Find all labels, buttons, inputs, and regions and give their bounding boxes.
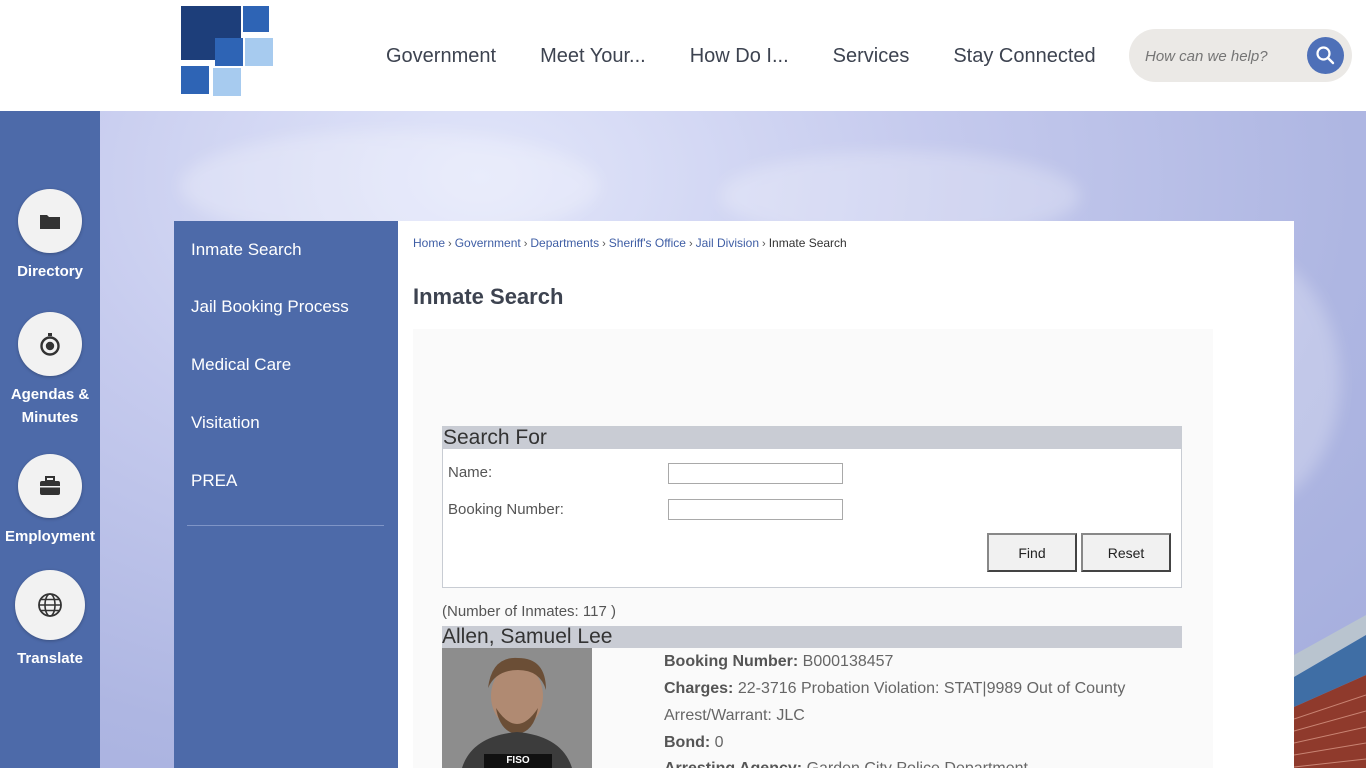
sidenav-medical-care[interactable]: Medical Care bbox=[191, 355, 291, 375]
rail-agendas-minutes[interactable]: Agendas & Minutes bbox=[0, 312, 100, 429]
inmate-count: (Number of Inmates: 117 ) bbox=[442, 603, 616, 620]
booking-number-detail: Booking Number: B000138457 bbox=[664, 653, 893, 671]
find-button[interactable]: Find bbox=[987, 533, 1077, 572]
inmate-photo[interactable]: FISO bbox=[442, 648, 592, 768]
breadcrumb-government[interactable]: Government bbox=[455, 236, 521, 250]
rail-employment[interactable]: Employment bbox=[0, 454, 100, 548]
rail-circle bbox=[18, 312, 82, 376]
rail-label: Directory bbox=[17, 263, 83, 280]
logo-tile bbox=[245, 38, 273, 66]
logo-tile bbox=[243, 6, 269, 32]
rail-translate[interactable]: Translate bbox=[0, 570, 100, 670]
main-content: Home › Government › Departments › Sheriff's Of… bbox=[398, 221, 1294, 768]
booking-number-label: Booking Number: bbox=[448, 501, 564, 518]
nav-how-do-i[interactable]: How Do I... bbox=[668, 40, 811, 72]
divider bbox=[187, 525, 384, 526]
building-illustration bbox=[1294, 615, 1366, 768]
photo-tag: FISO bbox=[506, 755, 530, 766]
mugshot-image bbox=[442, 648, 592, 768]
search-icon bbox=[1316, 46, 1335, 65]
breadcrumb-home[interactable]: Home bbox=[413, 236, 445, 250]
site-logo[interactable] bbox=[181, 6, 273, 98]
breadcrumb-separator: › bbox=[688, 238, 693, 250]
sidenav-inmate-search[interactable]: Inmate Search bbox=[191, 240, 302, 260]
breadcrumb: Home › Government › Departments › Sheriff's Of… bbox=[413, 236, 847, 250]
nav-services[interactable]: Services bbox=[811, 40, 932, 72]
sidenav-jail-booking-process[interactable]: Jail Booking Process bbox=[191, 297, 349, 317]
name-label: Name: bbox=[448, 464, 493, 481]
inmate-name-heading[interactable]: Allen, Samuel Lee bbox=[442, 626, 1182, 648]
sidenav-prea[interactable]: PREA bbox=[191, 471, 237, 491]
rail-label: Agendas & Minutes bbox=[10, 386, 90, 426]
arresting-agency-detail: Arresting Agency: Garden City Police Dep… bbox=[664, 760, 1028, 768]
reset-button[interactable]: Reset bbox=[1081, 533, 1171, 572]
detail-label: Charges: bbox=[664, 680, 734, 697]
detail-value: 22-3716 Probation Violation: STAT|9989 O… bbox=[737, 680, 1126, 697]
nav-meet-your[interactable]: Meet Your... bbox=[518, 40, 668, 72]
breadcrumb-separator: › bbox=[602, 238, 606, 250]
name-input[interactable] bbox=[668, 463, 843, 484]
site-header: Government Meet Your... How Do I... Serv… bbox=[0, 0, 1366, 111]
detail-label: Bond: bbox=[664, 734, 711, 751]
globe-icon bbox=[38, 593, 62, 617]
booking-number-input[interactable] bbox=[668, 499, 843, 520]
charges-detail-continued: Arrest/Warrant: JLC bbox=[664, 707, 805, 724]
timer-icon bbox=[40, 333, 60, 356]
site-search-input[interactable] bbox=[1145, 42, 1305, 70]
detail-label: Arresting Agency: bbox=[664, 760, 802, 768]
rail-label: Translate bbox=[17, 650, 83, 667]
page-title: Inmate Search bbox=[413, 284, 564, 309]
breadcrumb-separator: › bbox=[448, 238, 452, 250]
nav-stay-connected[interactable]: Stay Connected bbox=[931, 40, 1117, 72]
site-search-button[interactable] bbox=[1307, 37, 1344, 74]
breadcrumb-separator: › bbox=[762, 238, 766, 250]
search-form-heading: Search For bbox=[443, 427, 1181, 449]
detail-value: B000138457 bbox=[802, 653, 894, 670]
logo-tile bbox=[181, 66, 209, 94]
quick-links-rail: Directory Agendas & Minutes Employment T… bbox=[0, 111, 100, 768]
rail-circle bbox=[18, 454, 82, 518]
section-side-nav: Inmate Search Jail Booking Process Medic… bbox=[174, 221, 398, 768]
charges-detail: Charges: 22-3716 Probation Violation: ST… bbox=[664, 680, 1125, 698]
detail-label: Booking Number: bbox=[664, 653, 799, 670]
logo-tile bbox=[215, 38, 243, 66]
bond-detail: Bond: 0 bbox=[664, 734, 724, 752]
rail-directory[interactable]: Directory bbox=[0, 189, 100, 283]
breadcrumb-jail-division[interactable]: Jail Division bbox=[696, 236, 759, 250]
briefcase-icon bbox=[40, 476, 60, 495]
rail-circle bbox=[18, 189, 82, 253]
search-form: Search For Name: Booking Number: Find Re… bbox=[442, 426, 1182, 588]
detail-value: Garden City Police Department bbox=[807, 760, 1028, 768]
rail-circle bbox=[15, 570, 85, 640]
main-nav: Government Meet Your... How Do I... Serv… bbox=[364, 40, 1118, 72]
logo-tile bbox=[213, 68, 241, 96]
breadcrumb-sheriffs-office[interactable]: Sheriff's Office bbox=[609, 236, 686, 250]
breadcrumb-separator: › bbox=[523, 238, 528, 250]
detail-value: 0 bbox=[714, 734, 724, 751]
sidenav-visitation[interactable]: Visitation bbox=[191, 413, 260, 433]
rail-label: Employment bbox=[4, 528, 95, 545]
folder-icon bbox=[40, 215, 60, 229]
nav-government[interactable]: Government bbox=[364, 40, 518, 72]
breadcrumb-current: Inmate Search bbox=[768, 236, 847, 250]
breadcrumb-departments[interactable]: Departments bbox=[530, 236, 599, 250]
